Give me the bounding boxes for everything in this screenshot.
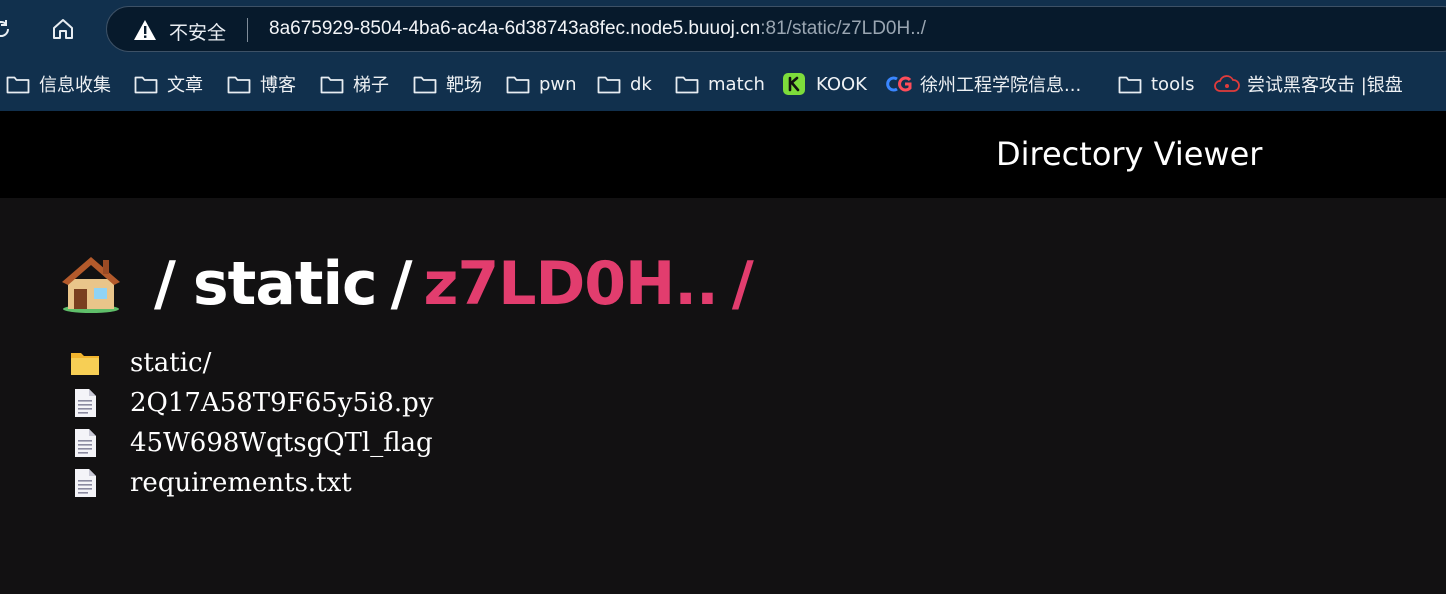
url-text[interactable]: 8a675929-8504-4ba6-ac4a-6d38743a8fec.nod… [269, 18, 926, 40]
page-title: Directory Viewer [996, 135, 1263, 173]
breadcrumb-separator: / [731, 249, 754, 319]
bookmark-label: dk [630, 73, 652, 95]
breadcrumb-separator: / [390, 249, 413, 319]
bookmark-label: match [708, 73, 765, 95]
bookmark-match[interactable]: match [675, 64, 765, 104]
folder-icon [227, 76, 251, 94]
cg-icon [886, 76, 912, 92]
bookmark-kook[interactable]: KOOK [782, 64, 867, 104]
entry-name[interactable]: requirements.txt [130, 468, 352, 498]
folder-icon [134, 76, 158, 94]
breadcrumb-separator: / [154, 249, 176, 319]
bookmark-bachang[interactable]: 靶场 [413, 64, 482, 104]
security-label[interactable]: 不安全 [169, 18, 226, 45]
bookmark-label: KOOK [816, 73, 867, 95]
bookmark-dk[interactable]: dk [597, 64, 652, 104]
address-divider [247, 18, 248, 42]
list-item[interactable]: static/ [70, 343, 434, 383]
bookmark-xuzhou[interactable]: 徐州工程学院信息... [886, 64, 1081, 104]
site-header: Directory Viewer [0, 111, 1446, 198]
folder-icon [6, 76, 30, 94]
address-bar[interactable]: 不安全 8a675929-8504-4ba6-ac4a-6d38743a8fec… [106, 6, 1446, 52]
list-item[interactable]: 2Q17A58T9F65y5i8.py [70, 383, 434, 423]
bookmark-wenzhang[interactable]: 文章 [134, 64, 203, 104]
bookmark-xinxi[interactable]: 信息收集 [6, 64, 111, 104]
browser-chrome: 不安全 8a675929-8504-4ba6-ac4a-6d38743a8fec… [0, 0, 1446, 111]
folder-icon [1118, 76, 1142, 94]
bookmark-tizi[interactable]: 梯子 [320, 64, 389, 104]
bookmark-label: tools [1151, 73, 1195, 95]
bookmark-label: 靶场 [446, 75, 482, 96]
list-item[interactable]: 45W698WqtsgQTl_flag [70, 423, 434, 463]
file-list: static/ 2Q17A58T9F65y5i8.py 45W698WqtsgQ… [70, 343, 434, 503]
url-host: 8a675929-8504-4ba6-ac4a-6d38743a8fec.nod… [269, 18, 761, 39]
folder-icon [70, 348, 100, 378]
bookmark-label: 徐州工程学院信息... [920, 75, 1082, 96]
folder-icon [675, 76, 699, 94]
bookmark-yinpan[interactable]: 尝试黑客攻击 |银盘 [1214, 64, 1403, 104]
breadcrumb-current: z7LD0H.. [423, 249, 719, 319]
entry-name[interactable]: 2Q17A58T9F65y5i8.py [130, 388, 434, 418]
bookmark-label: 博客 [260, 75, 296, 96]
url-path: :81/static/z7LD0H../ [760, 18, 927, 39]
entry-name[interactable]: 45W698WqtsgQTl_flag [130, 428, 433, 458]
reload-button[interactable] [0, 12, 18, 46]
bookmark-label: 梯子 [353, 75, 389, 96]
bookmark-pwn[interactable]: pwn [506, 64, 577, 104]
reload-icon [0, 20, 9, 37]
folder-icon [320, 76, 344, 94]
bookmark-label: 信息收集 [39, 75, 111, 96]
file-icon [70, 428, 100, 458]
bookmark-boke[interactable]: 博客 [227, 64, 296, 104]
kook-icon [783, 73, 805, 95]
home-icon [53, 19, 73, 39]
list-item[interactable]: requirements.txt [70, 463, 434, 503]
folder-icon [506, 76, 530, 94]
breadcrumb: / static / z7LD0H.. / [58, 246, 754, 322]
folder-icon [597, 76, 621, 94]
bookmark-label: 文章 [167, 75, 203, 96]
bookmarks-bar: 信息收集 文章 博客 梯子 靶场 pwn dk match KOOK 徐州工程学… [0, 64, 1446, 104]
file-icon [70, 468, 100, 498]
file-icon [70, 388, 100, 418]
folder-icon [413, 76, 437, 94]
house-icon[interactable] [58, 251, 124, 317]
entry-name[interactable]: static/ [130, 348, 211, 378]
warning-icon[interactable] [133, 19, 157, 46]
home-button[interactable] [46, 12, 80, 46]
bookmark-label: 尝试黑客攻击 |银盘 [1247, 75, 1403, 96]
bookmark-label: pwn [539, 73, 577, 95]
cloud-icon [1214, 75, 1240, 92]
breadcrumb-static-link[interactable]: static [193, 249, 378, 319]
bookmark-tools[interactable]: tools [1118, 64, 1194, 104]
